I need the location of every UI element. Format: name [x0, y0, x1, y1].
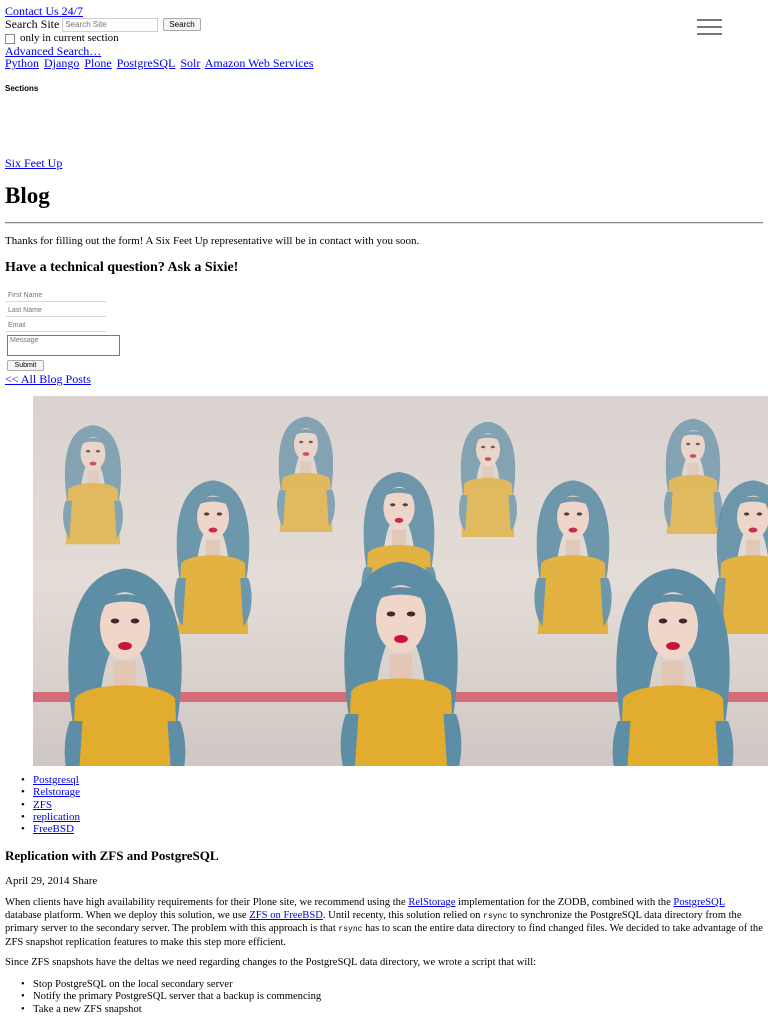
nav-link-python[interactable]: Python	[5, 56, 39, 70]
form-thanks-message: Thanks for filling out the form! A Six F…	[5, 235, 420, 247]
tag-item: replication	[21, 811, 80, 824]
brand-link[interactable]: Six Feet Up	[5, 156, 62, 171]
list-item: Notify the primary PostgreSQL server tha…	[21, 991, 321, 1004]
text: implementation for the ZODB, combined wi…	[455, 897, 674, 908]
nav-link-postgresql[interactable]: PostgreSQL	[117, 56, 176, 70]
post-meta: April 29, 2014 Share	[5, 875, 97, 887]
share-button[interactable]: Share	[72, 875, 97, 887]
tag-item: Postgresql	[21, 774, 80, 787]
zfs-freebsd-link[interactable]: ZFS on FreeBSD	[249, 910, 323, 921]
tag-replication[interactable]: replication	[33, 811, 80, 823]
divider	[5, 222, 763, 224]
tag-postgresql[interactable]: Postgresql	[33, 774, 79, 786]
submit-button[interactable]: Submit	[7, 360, 44, 371]
list-item: Stop PostgreSQL on the local secondary s…	[21, 979, 321, 992]
search-label: Search Site	[5, 17, 60, 31]
hamburger-menu-icon[interactable]	[697, 19, 722, 36]
nav-link-plone[interactable]: Plone	[84, 56, 111, 70]
tag-item: Relstorage	[21, 786, 80, 799]
search-button[interactable]: Search	[163, 18, 201, 31]
post-date: April 29, 2014	[5, 875, 70, 887]
post-paragraph: When clients have high availability requ…	[5, 897, 763, 949]
relstorage-link[interactable]: RelStorage	[408, 897, 455, 908]
text: . Until recenty, this solution relied on	[322, 909, 484, 921]
section-filter: only in current section	[5, 32, 119, 44]
last-name-field[interactable]	[6, 305, 106, 317]
search-input[interactable]	[62, 17, 159, 32]
section-checkbox[interactable]	[5, 34, 15, 44]
nav-link-django[interactable]: Django	[44, 56, 79, 70]
form-heading: Have a technical question? Ask a Sixie!	[5, 260, 239, 275]
hero-image	[33, 396, 768, 766]
postgresql-link[interactable]: PostgreSQL	[673, 897, 724, 908]
message-field[interactable]	[7, 335, 120, 356]
tag-freebsd[interactable]: FreeBSD	[33, 823, 74, 835]
email-field[interactable]	[6, 320, 106, 332]
code-rsync: rsync	[338, 925, 363, 934]
tag-list: Postgresql Relstorage ZFS replication Fr…	[21, 774, 80, 836]
sections-label: Sections	[5, 84, 39, 93]
tag-relstorage[interactable]: Relstorage	[33, 786, 80, 798]
tag-item: FreeBSD	[21, 823, 80, 836]
search-bar: Search Site Search	[5, 17, 201, 32]
nav-link-aws[interactable]: Amazon Web Services	[205, 56, 314, 70]
first-name-field[interactable]	[6, 290, 106, 302]
tag-item: ZFS	[21, 799, 80, 812]
all-posts-link[interactable]: << All Blog Posts	[5, 372, 91, 387]
text: database platform. When we deploy this s…	[5, 909, 250, 921]
nav-link-solr[interactable]: Solr	[180, 56, 200, 70]
post-title: Replication with ZFS and PostgreSQL	[5, 848, 219, 863]
page-title: Blog	[5, 183, 50, 208]
list-item: Take a new ZFS snapshot	[21, 1004, 321, 1017]
topic-nav: Python Django Plone PostgreSQL Solr Amaz…	[5, 56, 316, 71]
steps-list: Stop PostgreSQL on the local secondary s…	[21, 979, 321, 1017]
post-paragraph: Since ZFS snapshots have the deltas we n…	[5, 957, 537, 968]
section-checkbox-label: only in current section	[20, 32, 119, 44]
code-rsync: rsync	[483, 911, 508, 921]
tag-zfs[interactable]: ZFS	[33, 799, 52, 811]
text: When clients have high availability requ…	[5, 897, 409, 908]
